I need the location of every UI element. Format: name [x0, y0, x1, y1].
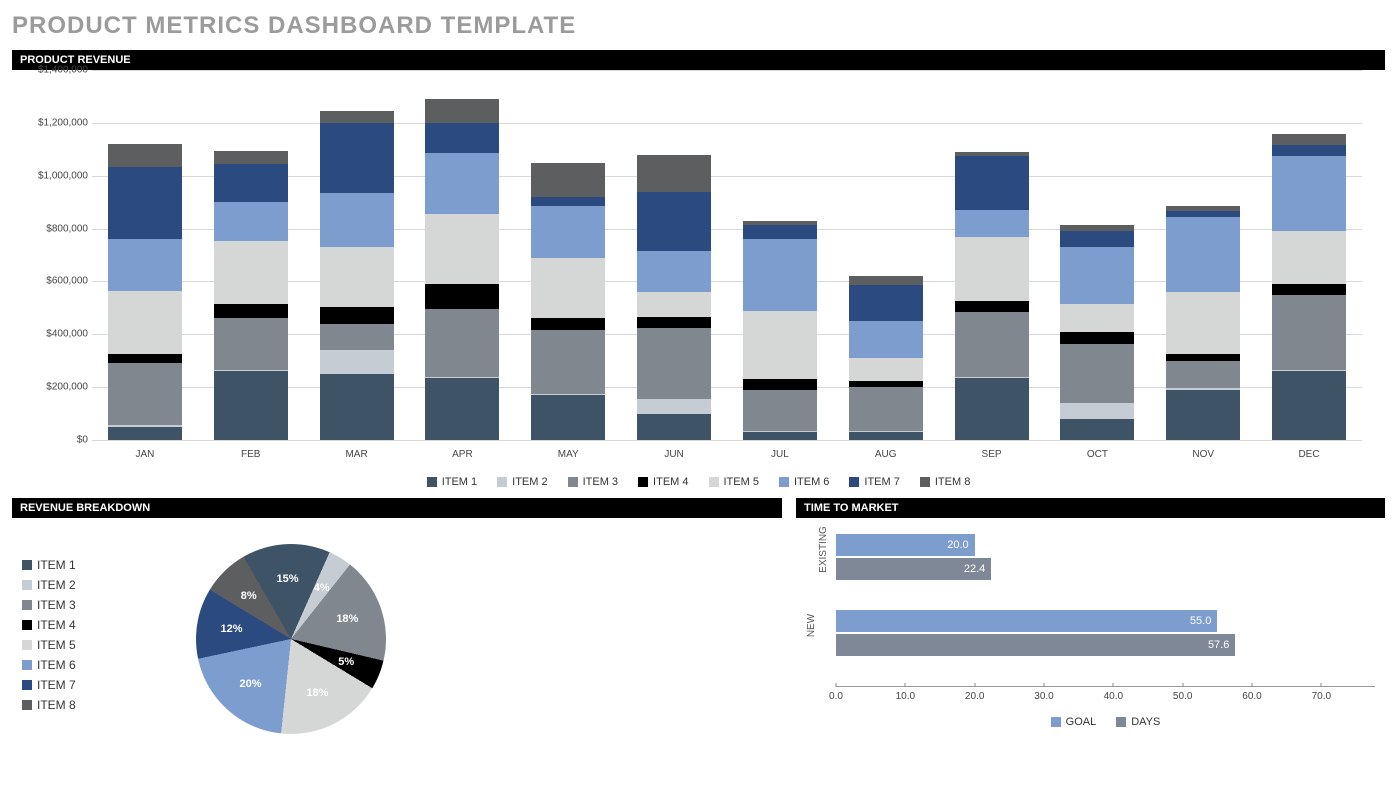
legend-item: ITEM 1: [427, 476, 477, 488]
x-tick: FEB: [198, 449, 304, 460]
revenue-breakdown-panel: REVENUE BREAKDOWN ITEM 1ITEM 2ITEM 3ITEM…: [12, 498, 782, 738]
bar-jan: [108, 144, 182, 440]
bar-aug: [849, 276, 923, 440]
x-tick: JAN: [92, 449, 198, 460]
pie-slice-label: 12%: [220, 623, 242, 635]
revenue-breakdown-header: REVENUE BREAKDOWN: [12, 498, 782, 518]
pie-legend-item: ITEM 1: [22, 558, 76, 572]
bar-dec: [1272, 134, 1346, 441]
legend-item: ITEM 8: [920, 476, 970, 488]
h-tick: 10.0: [896, 691, 915, 702]
y-tick: $600,000: [46, 276, 88, 287]
hbar-days: 22.4: [836, 558, 991, 580]
pie-legend-item: ITEM 5: [22, 638, 76, 652]
x-tick: JUL: [727, 449, 833, 460]
time-to-market-panel: TIME TO MARKET EXISTING20.022.4NEW55.057…: [796, 498, 1385, 738]
y-tick: $1,200,000: [38, 117, 88, 128]
pie-slice-label: 20%: [240, 678, 262, 690]
pie-slice-label: 4%: [314, 582, 330, 594]
x-tick: APR: [409, 449, 515, 460]
pie-slice-label: 5%: [338, 656, 354, 668]
pie-legend-item: ITEM 7: [22, 678, 76, 692]
product-revenue-header: PRODUCT REVENUE: [12, 50, 1385, 70]
y-tick: $1,000,000: [38, 170, 88, 181]
h-tick: 50.0: [1173, 691, 1192, 702]
bar-mar: [320, 111, 394, 440]
product-revenue-chart: $0 $200,000 $400,000 $600,000 $800,000 $1,000…: [12, 70, 1372, 470]
pie-chart: 15% 4% 18% 5% 18% 20% 12% 8%: [196, 544, 386, 734]
x-tick: DEC: [1256, 449, 1362, 460]
pie-slice-label: 8%: [241, 590, 257, 602]
bar-oct: [1060, 225, 1134, 440]
h-tick: 70.0: [1312, 691, 1331, 702]
bar-jun: [637, 155, 711, 440]
time-to-market-header: TIME TO MARKET: [796, 498, 1385, 518]
product-revenue-panel: PRODUCT REVENUE $0 $200,000 $400,000 $600,0…: [12, 50, 1385, 488]
h-tick: 60.0: [1242, 691, 1261, 702]
x-tick: MAR: [304, 449, 410, 460]
h-legend-item: GOAL: [1051, 716, 1097, 728]
pie-legend-item: ITEM 2: [22, 578, 76, 592]
h-tick: 40.0: [1104, 691, 1123, 702]
hbar-group-existing: EXISTING20.022.4: [836, 534, 1375, 580]
hbar-group-new: NEW55.057.6: [836, 610, 1375, 656]
bar-sep: [955, 152, 1029, 440]
h-tick: 0.0: [829, 691, 843, 702]
pie-legend-item: ITEM 8: [22, 698, 76, 712]
x-tick: SEP: [939, 449, 1045, 460]
pie-slice-label: 18%: [336, 613, 358, 625]
legend-item: ITEM 6: [779, 476, 829, 488]
x-tick: OCT: [1044, 449, 1150, 460]
legend-item: ITEM 4: [638, 476, 688, 488]
bar-may: [531, 163, 605, 440]
h-tick: 30.0: [1034, 691, 1053, 702]
bar-feb: [214, 151, 288, 440]
pie-slice-label: 18%: [306, 687, 328, 699]
x-tick: AUG: [833, 449, 939, 460]
hbar-days: 57.6: [836, 634, 1235, 656]
x-tick: JUN: [621, 449, 727, 460]
hbar-goal: 20.0: [836, 534, 975, 556]
legend-item: ITEM 2: [497, 476, 547, 488]
y-tick: $200,000: [46, 382, 88, 393]
bar-apr: [425, 99, 499, 440]
y-tick: $800,000: [46, 223, 88, 234]
hbar-category: EXISTING: [818, 526, 829, 573]
pie-legend-item: ITEM 6: [22, 658, 76, 672]
pie-legend: ITEM 1 ITEM 2 ITEM 3 ITEM 4 ITEM 5 ITEM 6 ITEM…: [22, 558, 76, 712]
hbar-category: NEW: [806, 614, 817, 637]
pie-slice-label: 15%: [277, 573, 299, 585]
legend-item: ITEM 5: [709, 476, 759, 488]
time-to-market-chart: EXISTING20.022.4NEW55.057.6 0.010.020.03…: [796, 518, 1385, 738]
pie-legend-item: ITEM 3: [22, 598, 76, 612]
product-revenue-legend: ITEM 1 ITEM 2 ITEM 3 ITEM 4 ITEM 5 ITEM 6 ITEM…: [12, 476, 1385, 488]
legend-item: ITEM 7: [849, 476, 899, 488]
bar-nov: [1166, 206, 1240, 440]
h-tick: 20.0: [965, 691, 984, 702]
x-tick: MAY: [515, 449, 621, 460]
pie-legend-item: ITEM 4: [22, 618, 76, 632]
legend-item: ITEM 3: [568, 476, 618, 488]
y-tick: $0: [77, 435, 88, 446]
dashboard-title: PRODUCT METRICS DASHBOARD TEMPLATE: [12, 12, 1385, 40]
h-legend-item: DAYS: [1116, 716, 1160, 728]
y-tick: $1,400,000: [38, 65, 88, 76]
hbar-goal: 55.0: [836, 610, 1217, 632]
bar-jul: [743, 221, 817, 440]
y-tick: $400,000: [46, 329, 88, 340]
x-tick: NOV: [1150, 449, 1256, 460]
